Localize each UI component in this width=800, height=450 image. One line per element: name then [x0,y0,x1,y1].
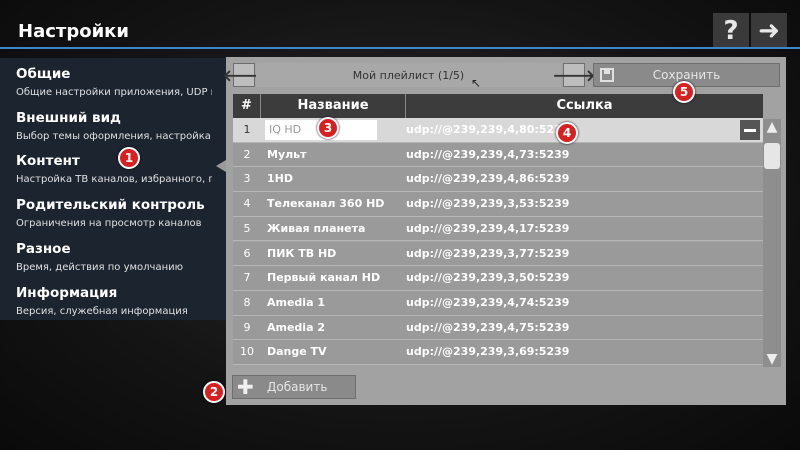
channel-link: udp://@239,239,3,50:5239 [406,271,570,285]
channel-link: udp://@239,239,4,73:5239 [406,147,570,161]
sidebar-item-subtitle: Версия, служебная информация [16,306,188,317]
row-number: 3 [243,172,251,186]
channel-link: udp://@239,239,3,77:5239 [406,246,570,260]
sidebar-item-content[interactable]: Контент Настройка ТВ каналов, избранного… [0,149,226,193]
row-number: 2 [243,147,251,161]
row-number: 8 [243,295,251,309]
sidebar-item-title: Внешний вид [16,110,121,126]
channel-name: Первый канал HD [267,271,381,285]
table-row[interactable]: 4 Телеканал 360 HD udp://@239,239,3,53:5… [233,192,763,217]
channel-link: udp://@239,239,3,53:5239 [406,197,570,211]
mouse-cursor-icon: ↖ [471,76,482,90]
save-button-label: Сохранить [652,68,721,82]
sidebar-item-subtitle: Общие настройки приложения, UDP прок [16,87,212,98]
sidebar-item-general[interactable]: Общие Общие настройки приложения, UDP пр… [0,62,226,106]
column-header-link: Ссылка [556,98,613,113]
annotation-badge-2: 2 [203,381,225,403]
page-title: Настройки [18,21,130,42]
plus-icon: ✚ [237,375,254,399]
table-row[interactable]: 10 Dange TV udp://@239,239,3,69:5239 [233,340,763,365]
channel-link: udp://@239,239,3,69:5239 [406,345,570,359]
help-button[interactable]: ? [713,13,749,48]
sidebar-item-parental-control[interactable]: Родительский контроль Ограничения на про… [0,193,226,237]
channel-name: ПИК ТВ HD [267,246,337,260]
column-header-num: # [233,94,261,118]
next-playlist-button[interactable]: 🡒 [553,63,595,87]
row-number: 1 [243,123,251,136]
scroll-up-icon[interactable]: ▲ [764,119,780,135]
add-channel-button[interactable]: ✚ Добавить [232,375,356,399]
prev-playlist-button[interactable]: 🡐 [223,63,265,87]
channel-link: udp://@239,239,4,17:5239 [406,221,570,235]
sidebar-item-title: Родительский контроль [16,197,205,213]
scroll-down-icon[interactable]: ▼ [764,351,780,367]
channel-link: udp://@239,239,4,80:5239 [406,123,570,136]
channel-name: Amedia 2 [267,320,325,334]
remove-row-button[interactable] [740,120,760,140]
playlist-name: Мой плейлист (1/5) [256,63,561,87]
sidebar-item-subtitle: Время, действия по умолчанию [16,262,184,273]
sidebar-item-title: Общие [16,66,71,82]
table-row[interactable]: 1 IQ HD udp://@239,239,4,80:5239 [233,118,763,143]
playlist-panel: 🡐 Мой плейлист (1/5) ↖ 🡒 Сохранить # Наз… [223,57,786,405]
row-number: 9 [243,320,251,334]
annotation-badge-4: 4 [556,122,578,144]
floppy-disk-icon [600,68,614,82]
sidebar-item-misc[interactable]: Разное Время, действия по умолчанию [0,237,226,281]
channel-name: Amedia 1 [267,295,325,309]
row-number: 6 [243,246,251,260]
column-header-name: Название [261,94,406,118]
arrow-right-icon: ➜ [758,15,780,46]
forward-button[interactable]: ➜ [751,13,787,48]
channel-name: Dange TV [267,345,327,359]
channel-name: 1HD [267,172,293,186]
table-row[interactable]: 3 1HD udp://@239,239,4,86:5239 [233,167,763,193]
sidebar-item-title: Разное [16,241,71,257]
question-icon: ? [723,15,739,46]
table-scrollbar[interactable]: ▲ ▼ [763,119,781,367]
sidebar-item-title: Контент [16,153,80,169]
table-row[interactable]: 9 Amedia 2 udp://@239,239,4,75:5239 [233,315,763,341]
channel-name: Телеканал 360 HD [267,197,385,211]
sidebar-item-title: Информация [16,285,118,301]
channel-link: udp://@239,239,4,86:5239 [406,172,570,186]
channel-link: udp://@239,239,4,74:5239 [406,295,570,309]
table-row[interactable]: 5 Живая планета udp://@239,239,4,17:5239 [233,216,763,242]
sidebar-item-subtitle: Настройка ТВ каналов, избранного, плей [16,174,212,185]
sidebar-item-subtitle: Ограничения на просмотр каналов [16,218,202,229]
row-number: 10 [240,345,254,359]
row-number: 7 [243,271,251,285]
arrow-right-icon: 🡒 [552,66,596,85]
channel-name: Живая планета [267,221,366,235]
table-row[interactable]: 2 Мульт udp://@239,239,4,73:5239 [233,142,763,168]
channel-link: udp://@239,239,4,75:5239 [406,320,570,334]
annotation-badge-5: 5 [673,81,695,103]
row-number: 5 [243,221,251,235]
title-divider [0,47,800,49]
row-number: 4 [243,197,251,211]
settings-sidebar: Общие Общие настройки приложения, UDP пр… [0,58,226,320]
annotation-badge-1: 1 [118,147,140,169]
add-button-label: Добавить [267,380,328,394]
sidebar-item-appearance[interactable]: Внешний вид Выбор темы оформления, настр… [0,106,226,150]
table-row[interactable]: 7 Первый канал HD udp://@239,239,3,50:52… [233,266,763,291]
scroll-thumb[interactable] [764,143,780,169]
title-bar: Настройки ? ➜ [0,0,800,49]
sidebar-item-subtitle: Выбор темы оформления, настройка инт [16,131,212,142]
table-row[interactable]: 8 Amedia 1 udp://@239,239,4,74:5239 [233,290,763,316]
annotation-badge-3: 3 [317,117,339,139]
table-row[interactable]: 6 ПИК ТВ HD udp://@239,239,3,77:5239 [233,241,763,267]
sidebar-item-info[interactable]: Информация Версия, служебная информация [0,281,226,325]
channel-name: Мульт [267,147,307,161]
selection-pointer [216,160,226,172]
